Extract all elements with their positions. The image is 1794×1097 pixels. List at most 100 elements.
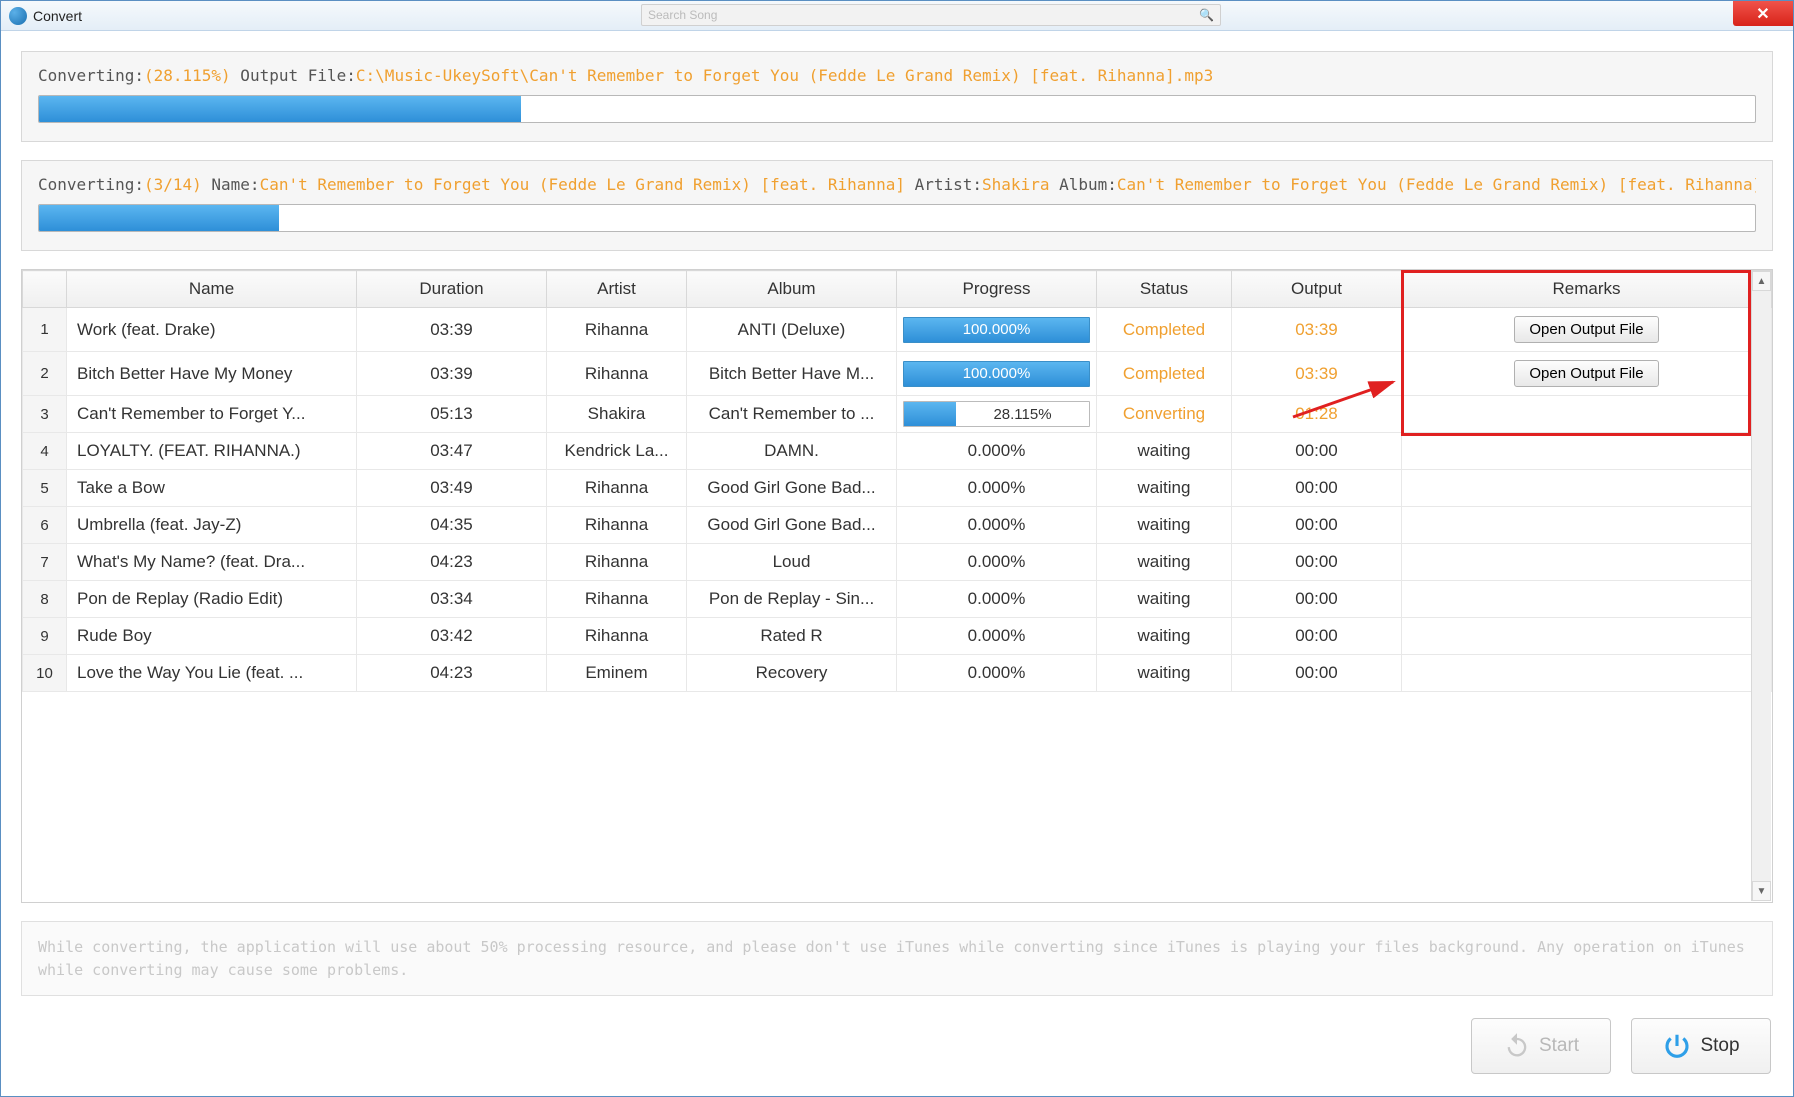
scroll-down-icon[interactable]: ▼	[1752, 881, 1771, 901]
cell-duration: 03:39	[357, 308, 547, 352]
stop-label: Stop	[1700, 1035, 1739, 1057]
open-output-file-button[interactable]: Open Output File	[1514, 316, 1658, 343]
table-row[interactable]: 7What's My Name? (feat. Dra...04:23Rihan…	[23, 544, 1772, 581]
cell-name: Umbrella (feat. Jay-Z)	[67, 507, 357, 544]
table-row[interactable]: 10Love the Way You Lie (feat. ...04:23Em…	[23, 655, 1772, 692]
table-row[interactable]: 2Bitch Better Have My Money03:39RihannaB…	[23, 352, 1772, 396]
overall-output-path: C:\Music-UkeySoft\Can't Remember to Forg…	[356, 66, 1213, 85]
col-header-2[interactable]: Duration	[357, 271, 547, 308]
search-input[interactable]: Search Song 🔍	[641, 4, 1221, 26]
cell-remarks	[1402, 544, 1772, 581]
cell-status: waiting	[1097, 470, 1232, 507]
cell-progress: 100.000%	[897, 352, 1097, 396]
footer-buttons: Start Stop	[21, 1014, 1773, 1076]
cell-progress: 0.000%	[897, 655, 1097, 692]
cell-remarks	[1402, 507, 1772, 544]
cell-name: Rude Boy	[67, 618, 357, 655]
table-row[interactable]: 1Work (feat. Drake)03:39RihannaANTI (Del…	[23, 308, 1772, 352]
cell-status: Converting	[1097, 396, 1232, 433]
cell-progress: 0.000%	[897, 433, 1097, 470]
cell-name: Can't Remember to Forget Y...	[67, 396, 357, 433]
cell-album: Can't Remember to ...	[687, 396, 897, 433]
cell-status: waiting	[1097, 655, 1232, 692]
table-row[interactable]: 4LOYALTY. (FEAT. RIHANNA.)03:47Kendrick …	[23, 433, 1772, 470]
label-output-file: Output File:	[231, 66, 356, 85]
cell-progress: 0.000%	[897, 507, 1097, 544]
cell-artist: Rihanna	[547, 308, 687, 352]
col-header-8[interactable]: Remarks	[1402, 271, 1772, 308]
cell-name: Pon de Replay (Radio Edit)	[67, 581, 357, 618]
cell-album: Bitch Better Have M...	[687, 352, 897, 396]
cell-album: DAMN.	[687, 433, 897, 470]
cell-duration: 03:49	[357, 470, 547, 507]
start-label: Start	[1539, 1035, 1579, 1057]
cell-album: Pon de Replay - Sin...	[687, 581, 897, 618]
overall-progress-fill	[39, 96, 521, 122]
cell-idx: 2	[23, 352, 67, 396]
cell-artist: Shakira	[547, 396, 687, 433]
table-row[interactable]: 8Pon de Replay (Radio Edit)03:34RihannaP…	[23, 581, 1772, 618]
stop-button[interactable]: Stop	[1631, 1018, 1771, 1074]
start-button[interactable]: Start	[1471, 1018, 1611, 1074]
cell-output: 00:00	[1232, 507, 1402, 544]
label-artist: Artist:	[905, 175, 982, 194]
cell-output: 00:00	[1232, 655, 1402, 692]
cell-artist: Rihanna	[547, 470, 687, 507]
col-header-7[interactable]: Output	[1232, 271, 1402, 308]
content-area: Converting:(28.115%) Output File:C:\Musi…	[1, 31, 1793, 1096]
search-icon: 🔍	[1199, 8, 1214, 22]
cell-remarks: Open Output File	[1402, 352, 1772, 396]
table-row[interactable]: 3Can't Remember to Forget Y...05:13Shaki…	[23, 396, 1772, 433]
close-button[interactable]: ✕	[1733, 1, 1793, 26]
col-header-0[interactable]	[23, 271, 67, 308]
cell-status: waiting	[1097, 544, 1232, 581]
cell-idx: 7	[23, 544, 67, 581]
warning-note: While converting, the application will u…	[21, 921, 1773, 996]
cell-name: Love the Way You Lie (feat. ...	[67, 655, 357, 692]
label-name: Name:	[202, 175, 260, 194]
cell-status: waiting	[1097, 581, 1232, 618]
cell-remarks	[1402, 396, 1772, 433]
overall-info-line: Converting:(28.115%) Output File:C:\Musi…	[38, 66, 1756, 85]
cell-album: Rated R	[687, 618, 897, 655]
vertical-scrollbar[interactable]: ▲ ▼	[1751, 271, 1771, 901]
cell-name: LOYALTY. (FEAT. RIHANNA.)	[67, 433, 357, 470]
cell-progress: 0.000%	[897, 470, 1097, 507]
cell-status: Completed	[1097, 308, 1232, 352]
cell-idx: 9	[23, 618, 67, 655]
convert-window: Convert Search Song 🔍 ✕ Converting:(28.1…	[0, 0, 1794, 1097]
col-header-5[interactable]: Progress	[897, 271, 1097, 308]
open-output-file-button[interactable]: Open Output File	[1514, 360, 1658, 387]
cell-duration: 03:34	[357, 581, 547, 618]
cell-status: waiting	[1097, 507, 1232, 544]
cell-name: Work (feat. Drake)	[67, 308, 357, 352]
cell-duration: 05:13	[357, 396, 547, 433]
cell-album: ANTI (Deluxe)	[687, 308, 897, 352]
cell-idx: 10	[23, 655, 67, 692]
cell-remarks	[1402, 581, 1772, 618]
cell-progress: 0.000%	[897, 581, 1097, 618]
label-converting-2: Converting:	[38, 175, 144, 194]
conversion-table: NameDurationArtistAlbumProgressStatusOut…	[22, 270, 1772, 692]
scroll-up-icon[interactable]: ▲	[1752, 271, 1771, 291]
cell-progress: 0.000%	[897, 618, 1097, 655]
col-header-1[interactable]: Name	[67, 271, 357, 308]
current-album: Can't Remember to Forget You (Fedde Le G…	[1117, 175, 1756, 194]
cell-output: 00:00	[1232, 618, 1402, 655]
cell-progress: 28.115%	[897, 396, 1097, 433]
cell-idx: 6	[23, 507, 67, 544]
cell-remarks	[1402, 470, 1772, 507]
power-icon	[1662, 1031, 1692, 1061]
table-row[interactable]: 9Rude Boy03:42RihannaRated R0.000%waitin…	[23, 618, 1772, 655]
col-header-3[interactable]: Artist	[547, 271, 687, 308]
cell-album: Recovery	[687, 655, 897, 692]
col-header-6[interactable]: Status	[1097, 271, 1232, 308]
cell-idx: 5	[23, 470, 67, 507]
cell-output: 00:00	[1232, 470, 1402, 507]
col-header-4[interactable]: Album	[687, 271, 897, 308]
cell-album: Good Girl Gone Bad...	[687, 507, 897, 544]
cell-status: waiting	[1097, 618, 1232, 655]
table-row[interactable]: 6Umbrella (feat. Jay-Z)04:35RihannaGood …	[23, 507, 1772, 544]
table-row[interactable]: 5Take a Bow03:49RihannaGood Girl Gone Ba…	[23, 470, 1772, 507]
current-artist: Shakira	[982, 175, 1049, 194]
